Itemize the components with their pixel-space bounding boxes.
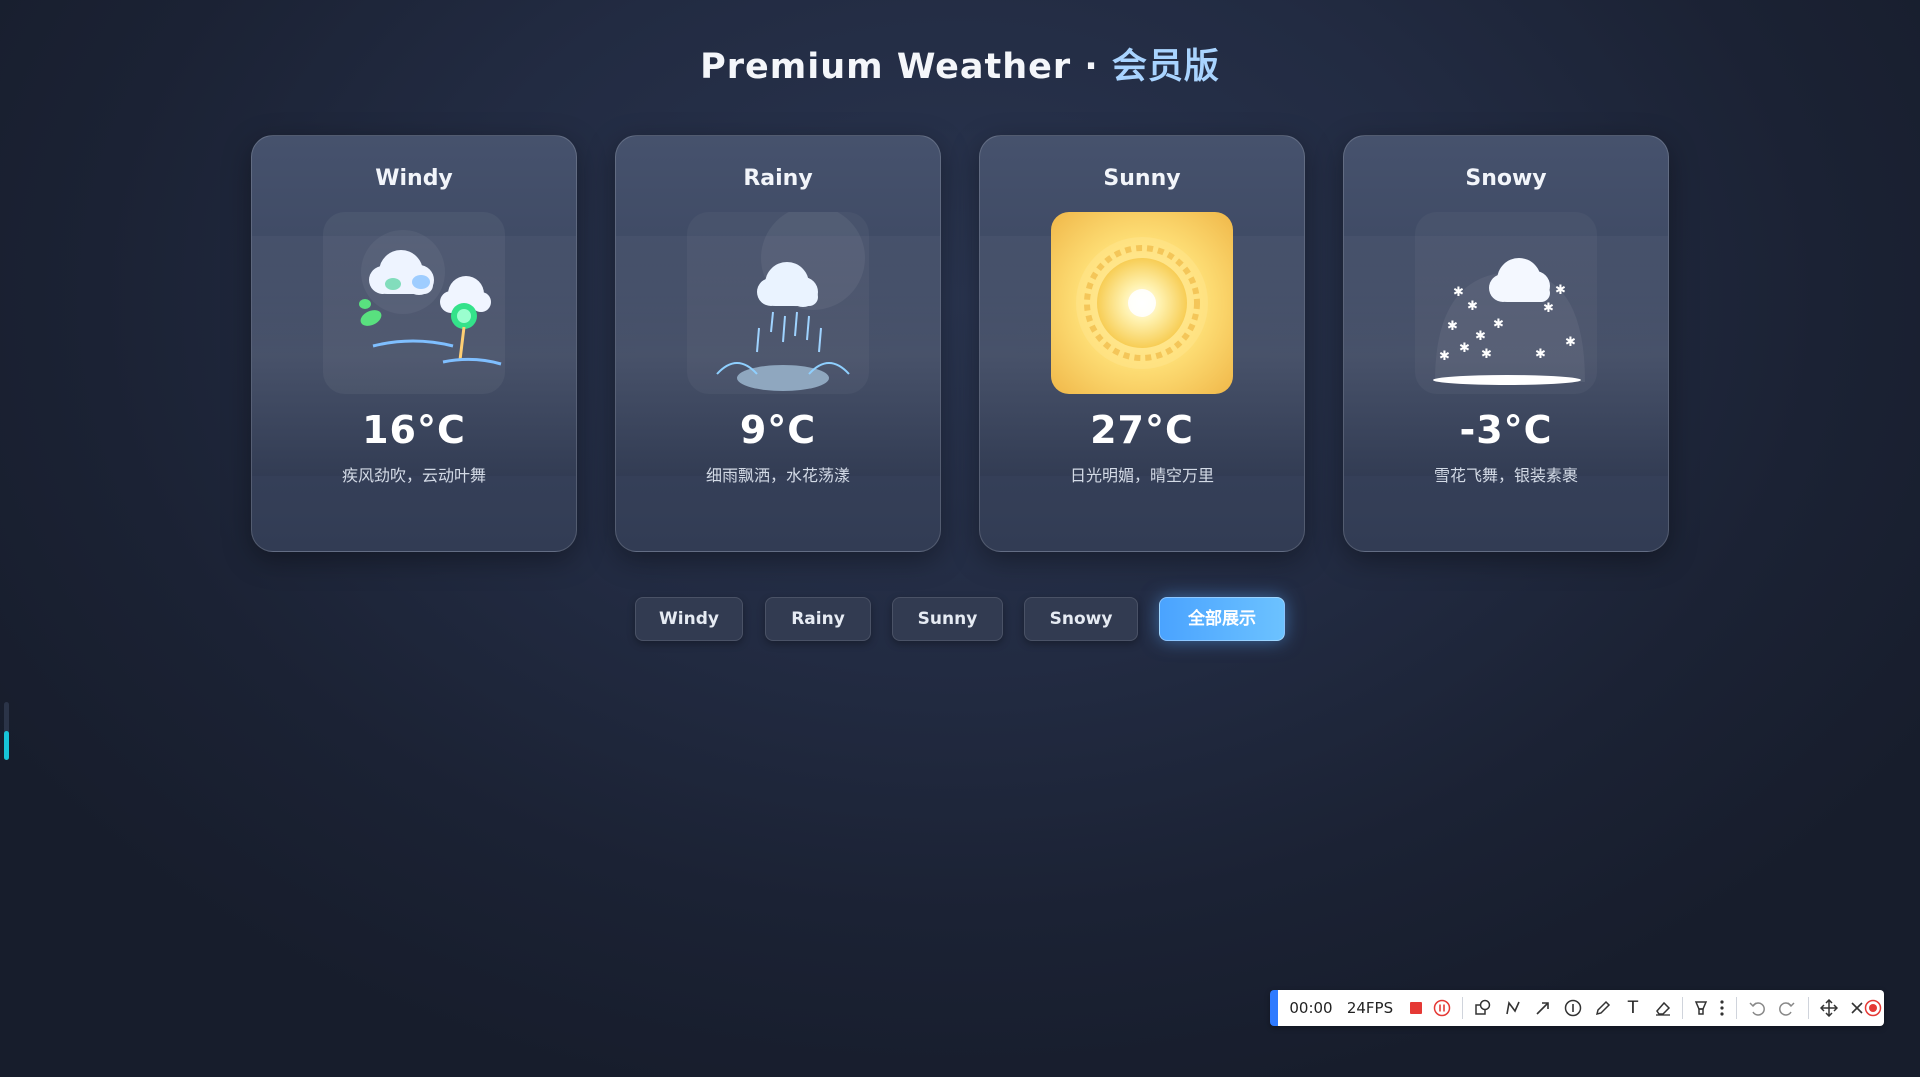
weather-card-sunny[interactable]: Sunny 27°C 日光明媚，晴空万里 bbox=[979, 135, 1305, 552]
record-icon[interactable] bbox=[1862, 990, 1884, 1026]
svg-text:✱: ✱ bbox=[1453, 285, 1464, 300]
redo-icon[interactable] bbox=[1774, 990, 1800, 1026]
text-icon[interactable]: T bbox=[1620, 990, 1646, 1026]
card-description: 细雨飘洒，水花荡漾 bbox=[705, 466, 850, 485]
title-accent: 会员版 bbox=[1111, 47, 1220, 87]
rain-cloud-icon bbox=[687, 206, 869, 394]
polyline-icon[interactable] bbox=[1500, 990, 1526, 1026]
windy-icon bbox=[323, 212, 505, 394]
svg-text:✱: ✱ bbox=[1565, 335, 1576, 350]
side-slider-fill bbox=[4, 731, 9, 760]
toolbar-divider bbox=[1462, 997, 1463, 1019]
toolbar-divider bbox=[1736, 997, 1737, 1019]
svg-text:✱: ✱ bbox=[1467, 299, 1478, 314]
filter-button-snowy[interactable]: Snowy bbox=[1024, 597, 1138, 641]
filter-button-rainy[interactable]: Rainy bbox=[765, 597, 871, 641]
number-step-icon[interactable] bbox=[1560, 990, 1586, 1026]
screen-recorder-toolbar: 00:00 24FPS T bbox=[1270, 990, 1884, 1026]
svg-text:✱: ✱ bbox=[1493, 317, 1504, 332]
card-temperature: -3°C bbox=[1459, 408, 1553, 452]
svg-text:✱: ✱ bbox=[1555, 283, 1566, 298]
card-title: Snowy bbox=[1465, 166, 1547, 191]
title-main: Premium Weather · bbox=[700, 47, 1099, 87]
more-icon[interactable] bbox=[1714, 990, 1730, 1026]
toolbar-divider bbox=[1682, 997, 1683, 1019]
filter-button-windy[interactable]: Windy bbox=[635, 597, 743, 641]
card-description: 疾风劲吹，云动叶舞 bbox=[341, 466, 486, 485]
arrow-icon[interactable] bbox=[1530, 990, 1556, 1026]
recording-fps: 24FPS bbox=[1346, 999, 1394, 1017]
card-title: Windy bbox=[375, 166, 453, 191]
move-icon[interactable] bbox=[1816, 990, 1842, 1026]
pen-icon[interactable] bbox=[1590, 990, 1616, 1026]
side-level-slider[interactable] bbox=[4, 702, 9, 760]
weather-card-windy[interactable]: Windy 16°C 疾风劲吹，云动叶舞 bbox=[251, 135, 577, 552]
svg-text:✱: ✱ bbox=[1475, 329, 1486, 344]
shapes-icon[interactable] bbox=[1470, 990, 1496, 1026]
svg-text:✱: ✱ bbox=[1543, 301, 1554, 316]
svg-text:✱: ✱ bbox=[1481, 347, 1492, 362]
snow-cloud-icon: ✱ ✱ ✱ ✱ ✱ ✱ ✱ ✱ ✱ ✱ ✱ ✱ bbox=[1415, 212, 1597, 394]
svg-text:✱: ✱ bbox=[1535, 347, 1546, 362]
filter-buttons: Windy Rainy Sunny Snowy 全部展示 bbox=[0, 597, 1920, 643]
page-title: Premium Weather · 会员版 bbox=[0, 38, 1920, 89]
pause-icon[interactable] bbox=[1430, 990, 1454, 1026]
card-title: Sunny bbox=[1103, 166, 1181, 191]
svg-text:✱: ✱ bbox=[1447, 319, 1458, 334]
undo-icon[interactable] bbox=[1744, 990, 1770, 1026]
card-description: 雪花飞舞，银装素裹 bbox=[1433, 466, 1578, 485]
weather-card-snowy[interactable]: Snowy ✱ ✱ ✱ ✱ ✱ ✱ ✱ ✱ ✱ ✱ ✱ ✱ -3°C 雪花飞舞，银装素裹 bbox=[1343, 135, 1669, 552]
toolbar-divider bbox=[1808, 997, 1809, 1019]
stop-record-icon[interactable] bbox=[1406, 990, 1426, 1026]
weather-card-rainy[interactable]: Rainy 9°C 细雨飘洒，水花荡漾 bbox=[615, 135, 941, 552]
card-temperature: 27°C bbox=[1090, 408, 1194, 452]
eraser-icon[interactable] bbox=[1650, 990, 1676, 1026]
svg-text:✱: ✱ bbox=[1439, 349, 1450, 364]
card-title: Rainy bbox=[743, 166, 813, 191]
recording-time: 00:00 bbox=[1289, 999, 1333, 1017]
weather-cards: Windy 16°C 疾风劲吹，云动叶舞 Rainy 9°C 细雨飘洒，水花荡漾… bbox=[251, 135, 1669, 552]
card-temperature: 9°C bbox=[739, 408, 817, 452]
sun-icon bbox=[1051, 212, 1233, 394]
filter-button-sunny[interactable]: Sunny bbox=[892, 597, 1003, 641]
highlighter-icon[interactable] bbox=[1688, 990, 1714, 1026]
svg-text:✱: ✱ bbox=[1459, 341, 1470, 356]
card-temperature: 16°C bbox=[362, 408, 466, 452]
card-description: 日光明媚，晴空万里 bbox=[1069, 466, 1214, 485]
filter-button-show-all[interactable]: 全部展示 bbox=[1159, 597, 1285, 641]
